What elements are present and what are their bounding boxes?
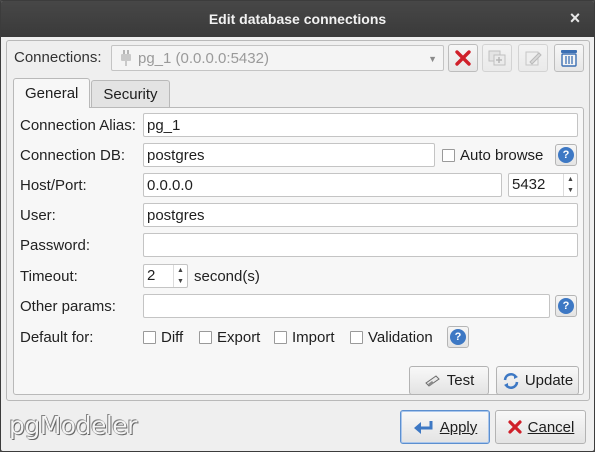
import-label: Import	[292, 329, 335, 346]
chevron-down-icon: ▼	[428, 54, 437, 64]
timeout-spinbox[interactable]: 2 ▲ ▼	[143, 264, 188, 288]
other-params-help-button[interactable]: ?	[555, 295, 577, 317]
auto-browse-label: Auto browse	[460, 147, 544, 164]
export-box[interactable]	[199, 331, 212, 344]
tab-general[interactable]: General	[13, 78, 91, 108]
trash-icon	[561, 50, 577, 67]
validation-label: Validation	[368, 329, 433, 346]
red-x-icon	[455, 50, 471, 66]
export-label: Export	[217, 329, 261, 346]
alias-label: Connection Alias:	[20, 117, 136, 134]
port-value: 5432	[512, 176, 546, 193]
help-icon: ?	[558, 147, 574, 163]
user-input[interactable]	[143, 203, 578, 227]
tab-bar: General Security	[13, 78, 171, 108]
spin-down-icon[interactable]: ▼	[174, 276, 187, 287]
password-label: Password:	[20, 237, 91, 254]
help-icon: ?	[450, 329, 466, 345]
import-box[interactable]	[274, 331, 287, 344]
test-tube-icon	[424, 374, 442, 388]
general-panel: Connection Alias: Connection DB: Auto br…	[13, 107, 584, 395]
default-validation-checkbox[interactable]: Validation	[350, 329, 433, 346]
window-title: Edit database connections	[208, 11, 387, 27]
enter-arrow-icon	[413, 419, 435, 435]
default-for-label: Default for:	[20, 329, 94, 346]
other-params-input[interactable]	[143, 294, 550, 318]
apply-button[interactable]: Apply	[400, 410, 490, 444]
auto-browse-checkbox[interactable]: Auto browse	[442, 147, 543, 164]
alias-input[interactable]	[143, 113, 578, 137]
spin-up-icon[interactable]: ▲	[564, 174, 577, 185]
cancel-label: Cancel	[527, 418, 575, 436]
cancel-edit-button[interactable]	[448, 44, 478, 72]
db-input[interactable]	[143, 143, 435, 167]
default-import-checkbox[interactable]: Import	[274, 329, 335, 346]
pgmodeler-logo: pgModeler	[9, 411, 137, 440]
spin-up-icon[interactable]: ▲	[174, 265, 187, 276]
db-help-button[interactable]: ?	[555, 144, 577, 166]
default-diff-checkbox[interactable]: Diff	[143, 329, 183, 346]
connections-frame: Connections: pg_1 (0.0.0.0:5432) ▼ Gener…	[6, 40, 590, 401]
window-close-button[interactable]: ×	[566, 9, 584, 27]
plug-icon	[121, 50, 131, 66]
password-input[interactable]	[143, 233, 578, 257]
user-label: User:	[20, 207, 56, 224]
host-label: Host/Port:	[20, 177, 87, 194]
tab-security[interactable]: Security	[91, 80, 170, 108]
edit-connection-button[interactable]	[518, 44, 548, 72]
test-label: Test	[446, 372, 475, 389]
connections-combo[interactable]: pg_1 (0.0.0.0:5432) ▼	[111, 45, 444, 71]
update-label: Update	[524, 372, 574, 389]
default-for-help-button[interactable]: ?	[447, 326, 469, 348]
db-label: Connection DB:	[20, 147, 126, 164]
diff-label: Diff	[161, 329, 184, 346]
spin-down-icon[interactable]: ▼	[564, 185, 577, 196]
validation-box[interactable]	[350, 331, 363, 344]
timeout-unit: second(s)	[194, 268, 260, 285]
refresh-icon	[502, 372, 520, 390]
duplicate-connection-button[interactable]	[482, 44, 512, 72]
apply-label: Apply	[439, 418, 478, 436]
update-button[interactable]: Update	[496, 366, 579, 395]
connections-label: Connections:	[14, 49, 102, 66]
timeout-value: 2	[147, 267, 156, 284]
diff-box[interactable]	[143, 331, 156, 344]
auto-browse-box[interactable]	[442, 149, 455, 162]
port-spinbox[interactable]: 5432 ▲ ▼	[508, 173, 578, 197]
test-button[interactable]: Test	[409, 366, 489, 395]
default-export-checkbox[interactable]: Export	[199, 329, 260, 346]
remove-connection-button[interactable]	[554, 44, 584, 72]
selected-connection: pg_1 (0.0.0.0:5432)	[138, 49, 269, 67]
timeout-label: Timeout:	[20, 268, 78, 285]
title-bar: Edit database connections ×	[1, 1, 594, 37]
help-icon: ?	[558, 298, 574, 314]
cancel-button[interactable]: Cancel	[495, 410, 586, 444]
host-input[interactable]	[143, 173, 502, 197]
red-x-icon	[507, 419, 523, 435]
duplicate-icon	[488, 50, 506, 66]
other-params-label: Other params:	[20, 298, 116, 315]
edit-connections-dialog: Edit database connections × Connections:…	[0, 0, 595, 452]
edit-icon	[525, 51, 542, 66]
